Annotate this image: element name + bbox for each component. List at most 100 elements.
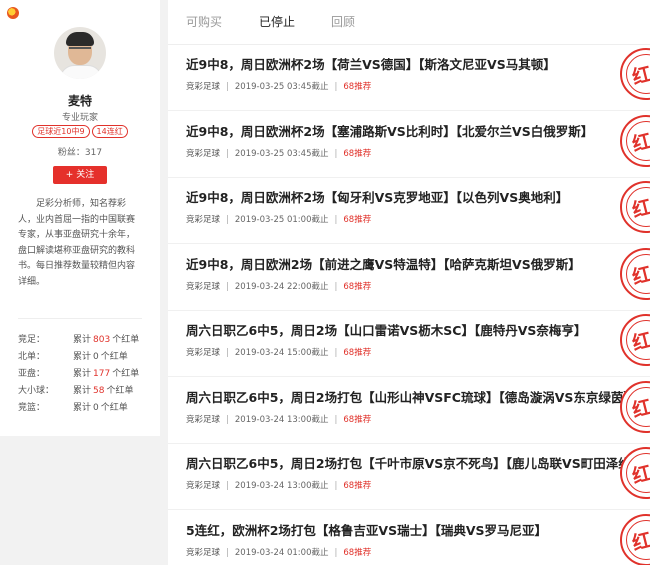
item-title[interactable]: 周六日职乙6中5，周日2场打包【山形山神VSFC琉球】【德岛漩涡VS东京绿茵】 bbox=[186, 387, 636, 406]
meta-separator: | bbox=[226, 281, 229, 292]
red-stamp-icon: 红 bbox=[620, 247, 650, 300]
stat-count: 0 bbox=[93, 352, 99, 362]
meta-separator: | bbox=[334, 215, 338, 225]
stat-suffix: 个红单 bbox=[106, 386, 134, 396]
item-deadline: 2019-03-24 22:00截止 bbox=[234, 281, 329, 292]
item-status: 68推荐 bbox=[343, 547, 372, 558]
stamp-text: 红 bbox=[629, 195, 650, 222]
item-title[interactable]: 近9中8，周日欧洲杯2场【匈牙利VS克罗地亚】【以色列VS奥地利】 bbox=[186, 187, 568, 206]
item-status: 68推荐 bbox=[343, 481, 372, 491]
item-deadline: 2019-03-24 13:00截止 bbox=[234, 481, 329, 491]
item-deadline: 2019-03-25 01:00截止 bbox=[234, 215, 329, 225]
red-stamp-icon: 红 bbox=[620, 513, 650, 565]
meta-separator: | bbox=[334, 348, 338, 358]
list-item[interactable]: 近9中8，周日欧洲杯2场【荷兰VS德国】【斯洛文尼亚VS马其顿】 竞彩足球 | 201… bbox=[168, 44, 650, 111]
item-status: 68推荐 bbox=[343, 348, 372, 358]
list-item[interactable]: 5连红，欧洲杯2场打包【格鲁吉亚VS瑞士】【瑞典VS罗马尼亚】竞彩足球 | 2019… bbox=[168, 510, 650, 565]
meta-separator: | bbox=[226, 414, 229, 425]
item-category: 竞彩足球 bbox=[186, 215, 221, 225]
item-meta: 竞彩足球 | 2019-03-25 01:00截止 | 68推荐 bbox=[186, 213, 371, 225]
list-item[interactable]: 近9中8，周日欧洲2场【前进之鹰VS特温特】【哈萨克斯坦VS俄罗斯】竞彩足球 | 2… bbox=[168, 244, 650, 311]
meta-separator: | bbox=[334, 281, 338, 292]
recommendation-panel: 可购买 已停止 回顾 近9中8，周日欧洲杯2场【荷兰VS德国】【斯洛文尼亚VS马… bbox=[168, 0, 650, 565]
stamp-text: 红 bbox=[629, 62, 650, 89]
expert-bio: 足彩分析师，知名荐彩人，业内首屈一指的中国联赛专家，从事亚盘研究十余年，盘口解读… bbox=[18, 199, 136, 287]
item-title[interactable]: 周六日职乙6中5，周日2场【山口雷诺VS枥木SC】【鹿特丹VS奈梅亨】 bbox=[186, 320, 586, 339]
item-deadline: 2019-03-24 13:00截止 bbox=[234, 414, 329, 425]
tab-available[interactable]: 可购买 bbox=[186, 13, 222, 30]
list-item[interactable]: 近9中8，周日欧洲杯2场【匈牙利VS克罗地亚】【以色列VS奥地利】竞彩足球 | 20… bbox=[168, 177, 650, 244]
stat-suffix: 个红单 bbox=[112, 369, 140, 379]
item-deadline: 2019-03-25 03:45截止 bbox=[234, 82, 329, 92]
stamp-text: 红 bbox=[629, 129, 650, 156]
list-item[interactable]: 近9中8，周日欧洲杯2场【塞浦路斯VS比利时】【北爱尔兰VS白俄罗斯】 竞彩足球 |… bbox=[168, 111, 650, 178]
stat-row-jinglan: 竞篮： 累计 0 个红单 bbox=[18, 400, 148, 417]
item-category: 竞彩足球 bbox=[186, 547, 221, 558]
list-item[interactable]: 周六日职乙6中5，周日2场【山口雷诺VS枥木SC】【鹿特丹VS奈梅亨】竞彩足球 |… bbox=[168, 310, 650, 377]
meta-separator: | bbox=[334, 481, 338, 491]
expert-profile-card: 麦特 专业玩家 足球近10中9 14连红 粉丝：317 + 关注 足彩分析师，知… bbox=[0, 0, 160, 436]
item-category: 竞彩足球 bbox=[186, 281, 221, 292]
meta-separator: | bbox=[226, 547, 229, 558]
item-status: 68推荐 bbox=[343, 82, 372, 92]
list-item[interactable]: 周六日职乙6中5，周日2场打包【山形山神VSFC琉球】【德岛漩涡VS东京绿茵】竞… bbox=[168, 377, 650, 444]
item-category: 竞彩足球 bbox=[186, 481, 221, 491]
tab-stopped[interactable]: 已停止 bbox=[259, 13, 295, 30]
item-deadline: 2019-03-24 15:00截止 bbox=[234, 348, 329, 358]
red-stamp-icon: 红 bbox=[620, 181, 650, 233]
streak-badge: 14连红 bbox=[91, 125, 128, 138]
meta-separator: | bbox=[334, 414, 338, 425]
stat-row-jingzu: 竞足： 累计 803 个红单 bbox=[18, 332, 148, 349]
stamp-text: 红 bbox=[629, 461, 650, 488]
stat-count: 803 bbox=[93, 335, 111, 345]
item-deadline: 2019-03-24 01:00截止 bbox=[234, 547, 329, 558]
site-logo-icon bbox=[7, 7, 19, 19]
stat-label: 亚盘： bbox=[18, 369, 46, 379]
item-title[interactable]: 近9中8，周日欧洲杯2场【塞浦路斯VS比利时】【北爱尔兰VS白俄罗斯】 bbox=[186, 121, 593, 140]
stat-label: 北单： bbox=[18, 352, 46, 362]
red-stamp-icon: 红 bbox=[620, 314, 650, 366]
item-status: 68推荐 bbox=[343, 215, 372, 225]
divider bbox=[18, 318, 142, 319]
item-title[interactable]: 近9中8，周日欧洲2场【前进之鹰VS特温特】【哈萨克斯坦VS俄罗斯】 bbox=[186, 254, 581, 273]
stat-count: 177 bbox=[93, 369, 111, 379]
item-title[interactable]: 5连红，欧洲杯2场打包【格鲁吉亚VS瑞士】【瑞典VS罗马尼亚】 bbox=[186, 520, 547, 539]
meta-separator: | bbox=[334, 82, 338, 92]
meta-separator: | bbox=[226, 215, 229, 225]
stat-label: 竞篮： bbox=[18, 403, 46, 413]
list-item[interactable]: 周六日职乙6中5，周日2场打包【千叶市原VS京不死鸟】【鹿儿岛联VS町田泽维】竞… bbox=[168, 443, 650, 510]
item-status: 68推荐 bbox=[343, 148, 372, 159]
tab-review[interactable]: 回顾 bbox=[331, 13, 355, 30]
meta-separator: | bbox=[226, 148, 229, 159]
item-category: 竞彩足球 bbox=[186, 348, 221, 358]
stamp-text: 红 bbox=[629, 395, 650, 422]
stat-prefix: 累计 bbox=[73, 386, 92, 396]
item-status: 68推荐 bbox=[343, 281, 372, 292]
stamp-text: 红 bbox=[629, 262, 650, 289]
expert-role: 专业玩家 bbox=[61, 113, 98, 123]
avatar[interactable] bbox=[54, 27, 106, 79]
meta-separator: | bbox=[226, 82, 229, 92]
item-meta: 竞彩足球 | 2019-03-24 01:00截止 | 68推荐 bbox=[186, 546, 371, 558]
red-stamp-icon: 红 bbox=[620, 48, 650, 100]
item-meta: 竞彩足球 | 2019-03-24 13:00截止 | 68推荐 bbox=[186, 413, 371, 425]
stat-suffix: 个红单 bbox=[100, 403, 128, 413]
item-deadline: 2019-03-25 03:45截止 bbox=[234, 148, 329, 159]
item-status: 68推荐 bbox=[343, 414, 372, 425]
stat-count: 0 bbox=[93, 403, 99, 413]
meta-separator: | bbox=[334, 148, 338, 159]
red-stamp-icon: 红 bbox=[620, 114, 650, 167]
item-title[interactable]: 周六日职乙6中5，周日2场打包【千叶市原VS京不死鸟】【鹿儿岛联VS町田泽维】 bbox=[186, 453, 643, 472]
stat-suffix: 个红单 bbox=[112, 335, 140, 345]
item-title[interactable]: 近9中8，周日欧洲杯2场【荷兰VS德国】【斯洛文尼亚VS马其顿】 bbox=[186, 54, 556, 73]
expert-name: 麦特 bbox=[67, 94, 92, 108]
meta-separator: | bbox=[226, 348, 229, 358]
stat-row-yapan: 亚盘： 累计 177 个红单 bbox=[18, 366, 148, 383]
follow-button[interactable]: + 关注 bbox=[53, 166, 107, 184]
item-meta: 竞彩足球 | 2019-03-24 22:00截止 | 68推荐 bbox=[186, 280, 371, 292]
item-meta: 竞彩足球 | 2019-03-24 15:00截止 | 68推荐 bbox=[186, 346, 371, 358]
stat-label: 大小球： bbox=[18, 386, 55, 396]
stat-label: 竞足： bbox=[18, 335, 46, 345]
meta-separator: | bbox=[226, 481, 229, 491]
stat-count: 58 bbox=[93, 386, 105, 396]
